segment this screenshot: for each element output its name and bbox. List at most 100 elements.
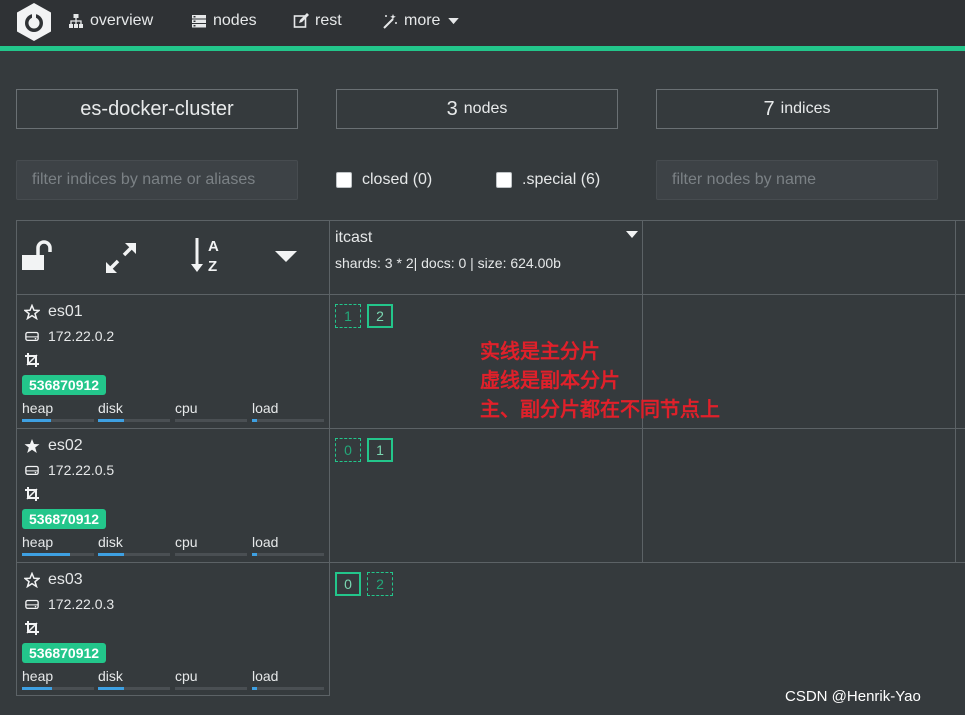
shard-primary-2[interactable]: 2 — [367, 304, 393, 328]
closed-checkbox-box[interactable] — [336, 172, 352, 188]
special-checkbox-label: .special (6) — [522, 171, 601, 188]
node-memory-badge: 536870912 — [22, 509, 107, 529]
sort-alpha-icon[interactable]: A Z — [190, 235, 224, 275]
nav-overview[interactable]: overview — [68, 12, 153, 30]
metric-load-bar — [252, 553, 324, 556]
cluster-name: es-docker-cluster — [80, 97, 234, 120]
svg-text:Z: Z — [208, 258, 217, 275]
node-name[interactable]: es02 — [24, 437, 83, 455]
metric-disk: disk — [98, 668, 170, 690]
metric-load-label: load — [252, 668, 279, 684]
special-checkbox-box[interactable] — [496, 172, 512, 188]
shard-replica-2[interactable]: 2 — [367, 572, 393, 596]
index-header-itcast[interactable]: itcast shards: 3 * 2| docs: 0 | size: 62… — [330, 221, 642, 294]
magic-wand-icon — [383, 14, 397, 29]
expand-icon[interactable] — [104, 241, 138, 275]
crop-icon — [25, 621, 39, 635]
special-checkbox[interactable]: .special (6) — [496, 171, 600, 189]
metric-disk-fill — [98, 687, 124, 690]
node-ip-text: 172.22.0.2 — [48, 328, 115, 344]
nav-overview-label: overview — [90, 12, 154, 29]
metric-heap-bar — [22, 419, 94, 422]
watermark: CSDN @Henrik-Yao — [785, 688, 921, 705]
index-name[interactable]: itcast — [335, 229, 372, 247]
caret-down-icon — [448, 17, 460, 24]
shard-replica-0[interactable]: 0 — [335, 438, 361, 462]
shard-primary-1[interactable]: 1 — [367, 438, 393, 462]
node-ip: 172.22.0.3 — [24, 596, 114, 612]
annotation-line-1: 实线是主分片 — [480, 339, 600, 363]
index-meta: shards: 3 * 2| docs: 0 | size: 624.00b — [335, 255, 561, 271]
metric-load-fill — [252, 687, 258, 690]
app-logo-icon[interactable] — [15, 2, 53, 42]
metric-load-label: load — [252, 400, 279, 416]
metric-disk-bar — [98, 553, 170, 556]
node-memory-badge: 536870912 — [22, 643, 107, 663]
node-name[interactable]: es03 — [24, 571, 83, 589]
closed-checkbox[interactable]: closed (0) — [336, 171, 432, 189]
metric-disk-bar — [98, 687, 170, 690]
indices-count: 7 — [763, 97, 775, 120]
nodes-count-label: nodes — [463, 100, 508, 117]
crop-icon — [25, 487, 39, 501]
metric-disk-fill — [98, 553, 124, 556]
node-memory-badge: 536870912 — [22, 375, 107, 395]
node-name[interactable]: es01 — [24, 303, 83, 321]
nav-nodes-label: nodes — [213, 12, 257, 29]
nav-rest-label: rest — [315, 12, 342, 29]
caret-down-icon[interactable] — [275, 251, 297, 263]
metric-disk-label: disk — [98, 534, 123, 550]
node-row-es01: es01 172.22.0.2 536870912 heap disk cpu … — [16, 295, 329, 428]
metric-cpu-label: cpu — [175, 668, 198, 684]
grid-col-border-3 — [955, 220, 956, 563]
metric-disk: disk — [98, 400, 170, 422]
crop-icon — [25, 353, 39, 367]
node-name-text[interactable]: es03 — [48, 571, 83, 589]
metric-load-label: load — [252, 534, 279, 550]
node-name-text[interactable]: es01 — [48, 303, 83, 321]
index-menu-caret-icon[interactable] — [626, 231, 638, 239]
metric-heap: heap — [22, 668, 94, 690]
star-outline-icon — [24, 572, 40, 588]
metric-heap: heap — [22, 400, 94, 422]
metric-cpu: cpu — [175, 400, 247, 422]
hdd-icon — [25, 465, 39, 476]
indices-count-box: 7 indices — [656, 89, 938, 129]
filter-nodes-input[interactable] — [656, 160, 938, 200]
metric-cpu-bar — [175, 553, 247, 556]
node-row-es03: es03 172.22.0.3 536870912 heap disk cpu … — [16, 563, 329, 696]
annotation-line-2: 虚线是副本分片 — [480, 368, 620, 392]
shard-primary-0[interactable]: 0 — [335, 572, 361, 596]
node-name-text[interactable]: es02 — [48, 437, 83, 455]
metric-heap: heap — [22, 534, 94, 556]
metric-cpu: cpu — [175, 668, 247, 690]
node-ip: 172.22.0.5 — [24, 462, 114, 478]
annotation-line-3: 主、副分片都在不同节点上 — [480, 397, 720, 421]
edit-icon — [293, 13, 309, 28]
annotation-note: 实线是主分片 虚线是副本分片 主、副分片都在不同节点上 — [480, 337, 720, 424]
nav-rest[interactable]: rest — [293, 12, 342, 30]
cluster-name-box: es-docker-cluster — [16, 89, 298, 129]
metric-disk-label: disk — [98, 668, 123, 684]
metric-load: load — [252, 534, 324, 556]
metric-load: load — [252, 668, 324, 690]
shard-replica-1[interactable]: 1 — [335, 304, 361, 328]
hdd-icon — [25, 599, 39, 610]
metric-load-bar — [252, 419, 324, 422]
filter-indices-input[interactable] — [16, 160, 298, 200]
metric-cpu-bar — [175, 419, 247, 422]
nav-more-dropdown[interactable]: more — [382, 12, 460, 30]
grid-header-toolbar: A Z — [16, 221, 329, 294]
metric-disk-label: disk — [98, 400, 123, 416]
metric-heap-fill — [22, 419, 51, 422]
node-ip-text: 172.22.0.3 — [48, 596, 115, 612]
star-outline-icon — [24, 304, 40, 320]
unlock-icon[interactable] — [20, 239, 54, 273]
hdd-icon — [25, 331, 39, 342]
metric-disk: disk — [98, 534, 170, 556]
node-row-es02: es02 172.22.0.5 536870912 heap disk cpu … — [16, 429, 329, 562]
metric-load-bar — [252, 687, 324, 690]
metric-heap-label: heap — [22, 668, 54, 684]
star-filled-icon — [24, 439, 40, 453]
nav-nodes[interactable]: nodes — [191, 12, 257, 30]
